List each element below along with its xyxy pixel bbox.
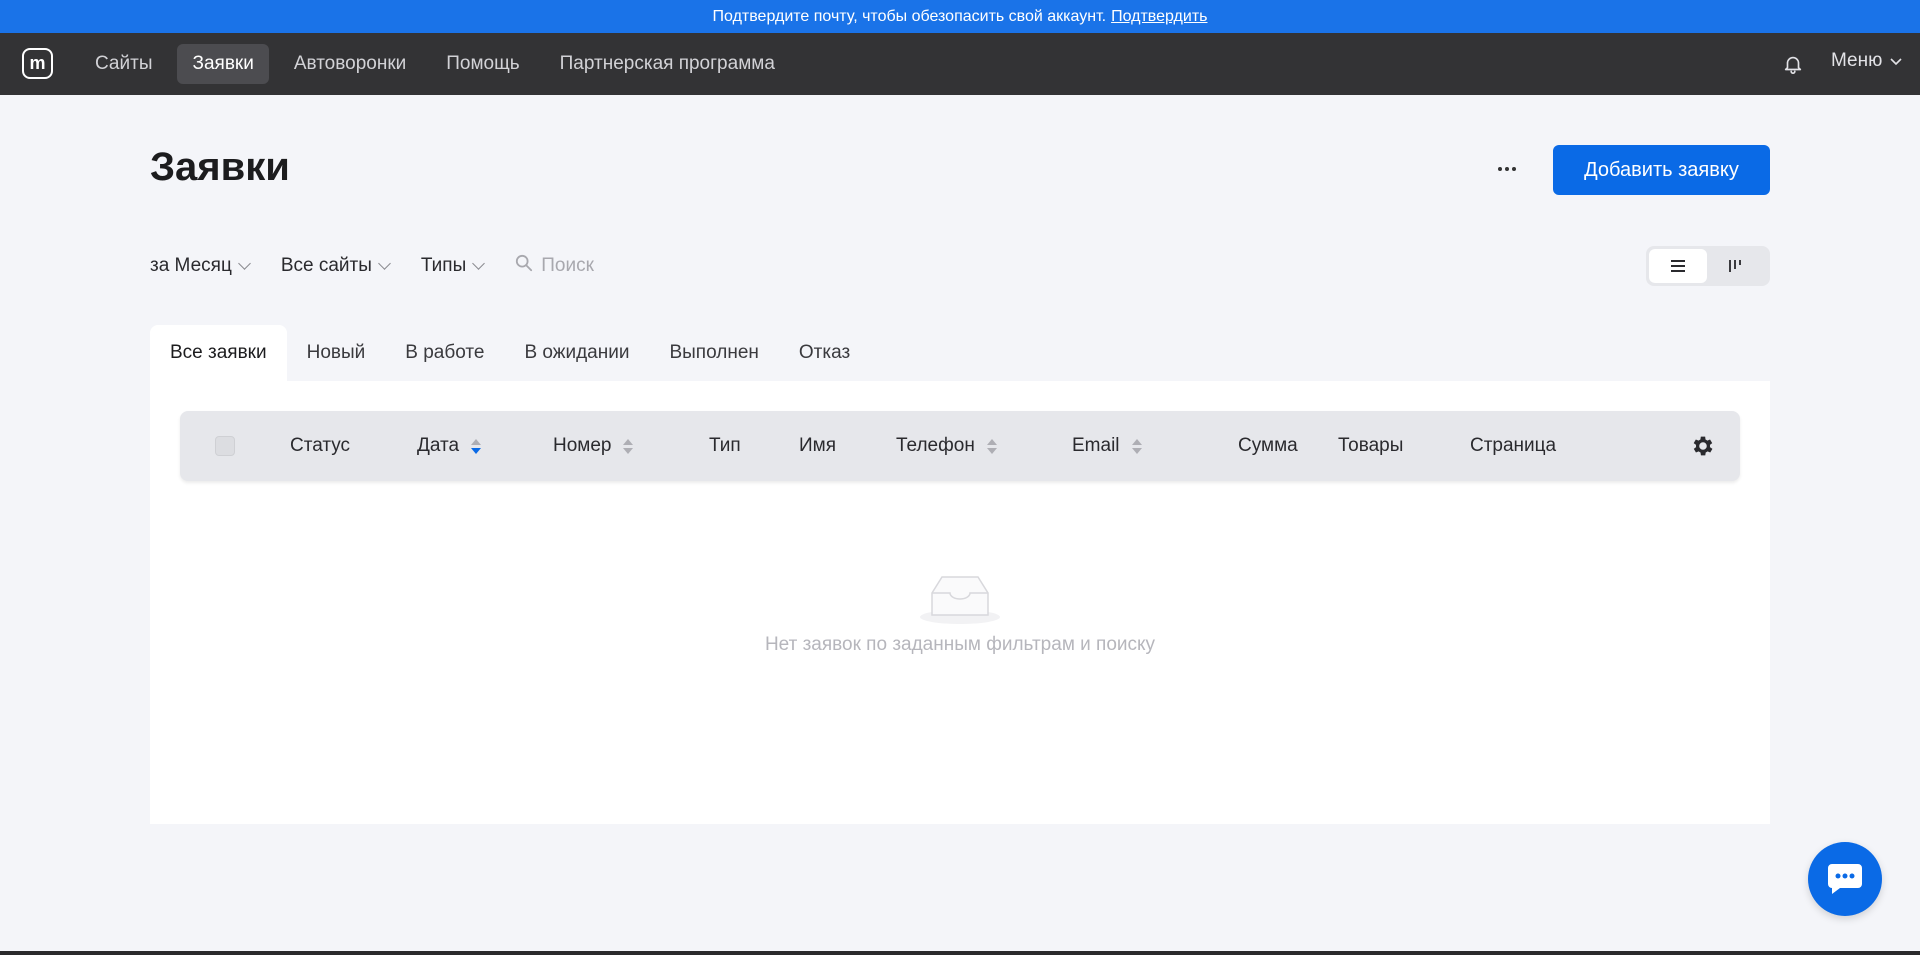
chat-bubble-icon: [1828, 864, 1862, 894]
column-label: Товары: [1338, 435, 1404, 456]
column-number[interactable]: Номер: [553, 411, 634, 481]
column-page: Страница: [1470, 411, 1556, 481]
types-filter[interactable]: Типы: [420, 255, 486, 277]
column-date[interactable]: Дата: [417, 411, 482, 481]
column-phone[interactable]: Телефон: [896, 411, 997, 481]
sort-icon[interactable]: [471, 438, 482, 454]
nav-item-partner-program[interactable]: Партнерская программа: [545, 44, 790, 84]
chat-button[interactable]: [1808, 842, 1882, 916]
sites-filter-label: Все сайты: [280, 255, 372, 276]
list-view-button[interactable]: [1649, 249, 1707, 283]
search-box: [515, 254, 682, 278]
column-label: Тип: [709, 435, 741, 456]
menu-label: Меню: [1831, 50, 1883, 71]
period-filter-label: за Месяц: [150, 255, 232, 276]
logo[interactable]: m: [22, 48, 53, 79]
ellipsis-icon: [1498, 167, 1516, 171]
requests-panel: Статус Дата Номер Тип Имя Телефон Email …: [150, 381, 1770, 824]
column-status: Статус: [290, 411, 350, 481]
column-products: Товары: [1338, 411, 1403, 481]
nav-item-help[interactable]: Помощь: [431, 44, 534, 84]
chevron-down-icon: [472, 257, 486, 270]
types-filter-label: Типы: [420, 255, 467, 276]
verify-link[interactable]: Подтвердить: [1111, 8, 1207, 26]
nav-item-autofunnels[interactable]: Автоворонки: [279, 44, 421, 84]
nav-item-requests[interactable]: Заявки: [177, 44, 269, 84]
more-options-button[interactable]: [1490, 152, 1524, 186]
bell-icon[interactable]: [1782, 53, 1804, 75]
tab-new[interactable]: Новый: [287, 325, 386, 381]
select-all-checkbox[interactable]: [215, 436, 235, 456]
column-email[interactable]: Email: [1072, 411, 1142, 481]
page-title: Заявки: [150, 145, 290, 189]
table-header: Статус Дата Номер Тип Имя Телефон Email …: [180, 411, 1740, 481]
column-label: Номер: [553, 435, 612, 456]
column-label: Статус: [290, 435, 351, 456]
search-icon: [515, 254, 533, 278]
empty-inbox-icon: [920, 571, 1000, 625]
add-request-button[interactable]: Добавить заявку: [1553, 145, 1770, 195]
column-label: Имя: [799, 435, 837, 456]
column-amount: Сумма: [1238, 411, 1298, 481]
tab-in-progress[interactable]: В работе: [385, 325, 504, 381]
sites-filter[interactable]: Все сайты: [280, 255, 391, 277]
search-input[interactable]: [541, 255, 682, 277]
column-label: Страница: [1470, 435, 1557, 456]
column-name: Имя: [799, 411, 836, 481]
top-navigation: m Сайты Заявки Автоворонки Помощь Партне…: [0, 33, 1920, 95]
sort-icon[interactable]: [623, 438, 634, 454]
tab-rejected[interactable]: Отказ: [779, 325, 870, 381]
sort-icon[interactable]: [986, 438, 997, 454]
tab-pending[interactable]: В ожидании: [504, 325, 649, 381]
status-tabs: Все заявки Новый В работе В ожидании Вып…: [150, 325, 870, 381]
logo-letter: m: [29, 53, 46, 73]
menu-button[interactable]: Меню: [1831, 50, 1902, 72]
kanban-icon: [1729, 260, 1741, 272]
gear-icon[interactable]: [1690, 433, 1716, 459]
list-icon: [1671, 260, 1685, 272]
view-toggle: [1646, 246, 1770, 286]
chevron-down-icon: [1890, 50, 1902, 72]
sort-icon[interactable]: [1131, 438, 1142, 454]
tab-completed[interactable]: Выполнен: [649, 325, 778, 381]
column-type: Тип: [709, 411, 741, 481]
empty-state-text: Нет заявок по заданным фильтрам и поиску: [764, 634, 1156, 655]
verify-email-banner: Подтвердите почту, чтобы обезопасить сво…: [0, 0, 1920, 33]
column-label: Email: [1072, 435, 1120, 456]
bottom-border: [0, 951, 1920, 955]
nav-item-sites[interactable]: Сайты: [80, 44, 167, 84]
nav-items: Сайты Заявки Автоворонки Помощь Партнерс…: [80, 44, 800, 84]
kanban-view-button[interactable]: [1707, 249, 1765, 283]
column-label: Сумма: [1238, 435, 1298, 456]
period-filter[interactable]: за Месяц: [150, 255, 251, 277]
tab-all-requests[interactable]: Все заявки: [150, 325, 287, 381]
chevron-down-icon: [237, 257, 251, 270]
filters-bar: за Месяц Все сайты Типы: [150, 252, 682, 280]
chevron-down-icon: [378, 257, 391, 270]
banner-text: Подтвердите почту, чтобы обезопасить сво…: [712, 7, 1107, 25]
column-label: Дата: [417, 435, 460, 456]
column-label: Телефон: [896, 435, 975, 456]
